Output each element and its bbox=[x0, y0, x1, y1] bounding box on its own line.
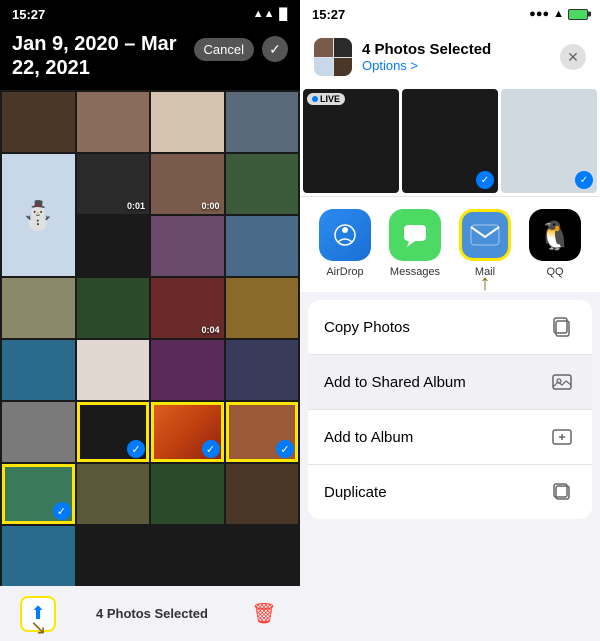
action-copy-label: Copy Photos bbox=[324, 319, 410, 336]
wifi-icon-right: ▲ bbox=[553, 8, 564, 20]
selected-count-label: 4 Photos Selected bbox=[96, 606, 208, 621]
close-button[interactable]: ✕ bbox=[560, 44, 586, 70]
qq-label: QQ bbox=[546, 266, 563, 278]
photo-cell[interactable] bbox=[77, 278, 150, 338]
check-overlay: ✓ bbox=[476, 171, 494, 189]
photo-cell[interactable] bbox=[226, 216, 299, 276]
action-shared-album[interactable]: Add to Shared Album bbox=[308, 355, 592, 410]
photo-cell[interactable] bbox=[2, 526, 75, 586]
app-item-airdrop: AirDrop bbox=[319, 209, 371, 278]
action-list: Copy Photos Add to Shared Album Add to A… bbox=[308, 300, 592, 519]
left-header: Jan 9, 2020 – Mar 22, 2021 Cancel ✓ bbox=[0, 28, 300, 90]
app-item-qq: 🐧 QQ bbox=[529, 209, 581, 278]
trash-button[interactable]: 🗑 bbox=[248, 598, 280, 630]
action-copy-photos[interactable]: Copy Photos bbox=[308, 300, 592, 355]
copy-icon bbox=[548, 313, 576, 341]
share-sheet-header: 4 Photos Selected Options > ✕ bbox=[300, 28, 600, 86]
live-dot bbox=[312, 96, 318, 102]
preview-photo-3[interactable]: ✓ bbox=[501, 89, 597, 193]
photo-cell[interactable] bbox=[2, 340, 75, 400]
photo-cell[interactable] bbox=[77, 216, 150, 276]
photo-cell[interactable] bbox=[77, 340, 150, 400]
action-add-album-label: Add to Album bbox=[324, 429, 413, 446]
photo-cell-selected[interactable]: ✓ bbox=[226, 402, 299, 462]
right-panel: 15:27 ●●● ▲ 4 Photos Selected Options > … bbox=[300, 0, 600, 641]
share-title-group: 4 Photos Selected Options > bbox=[362, 41, 550, 73]
signal-icon: ●●● bbox=[529, 8, 549, 20]
check-overlay: ✓ bbox=[575, 171, 593, 189]
airdrop-icon[interactable] bbox=[319, 209, 371, 261]
action-shared-album-label: Add to Shared Album bbox=[324, 374, 466, 391]
photo-cell[interactable] bbox=[151, 340, 224, 400]
mail-icon[interactable] bbox=[459, 209, 511, 261]
preview-photo-1[interactable]: LIVE bbox=[303, 89, 399, 193]
right-status-icons: ●●● ▲ bbox=[529, 8, 588, 20]
messages-icon[interactable] bbox=[389, 209, 441, 261]
action-add-album[interactable]: Add to Album bbox=[308, 410, 592, 465]
share-button-container: ↙ ⬆ bbox=[20, 596, 56, 632]
left-header-buttons: Cancel ✓ bbox=[194, 36, 288, 62]
photo-cell[interactable] bbox=[2, 278, 75, 338]
photo-cell[interactable]: 0:01 bbox=[77, 154, 150, 214]
photo-cell[interactable] bbox=[77, 92, 150, 152]
photo-cell[interactable] bbox=[226, 464, 299, 524]
share-apps-row: AirDrop Messages ↑ Mail 🐧 QQ bbox=[300, 196, 600, 292]
left-title: Jan 9, 2020 – Mar 22, 2021 bbox=[12, 32, 177, 80]
photo-grid: 0:01 0:00 0:04 ✓ ✓ ✓ ✓ bbox=[0, 90, 300, 586]
messages-label: Messages bbox=[390, 266, 440, 278]
checkmark-button[interactable]: ✓ bbox=[262, 36, 288, 62]
battery-icon bbox=[568, 9, 588, 20]
preview-photos-row: LIVE ✓ ✓ bbox=[300, 86, 600, 196]
right-status-bar: 15:27 ●●● ▲ bbox=[300, 0, 600, 28]
photo-cell-selected[interactable]: ✓ bbox=[2, 464, 75, 524]
photo-cell[interactable] bbox=[2, 402, 75, 462]
photo-cell[interactable]: 0:04 bbox=[151, 278, 224, 338]
app-item-mail: ↑ Mail bbox=[459, 209, 511, 278]
qq-icon[interactable]: 🐧 bbox=[529, 209, 581, 261]
options-link[interactable]: Options > bbox=[362, 58, 550, 73]
share-title: 4 Photos Selected bbox=[362, 41, 550, 58]
airdrop-label: AirDrop bbox=[326, 266, 363, 278]
duplicate-icon bbox=[548, 478, 576, 506]
photo-cell-snowman[interactable] bbox=[2, 154, 75, 276]
add-album-icon bbox=[548, 423, 576, 451]
wifi-icon: ▲▲ bbox=[253, 8, 275, 20]
right-time: 15:27 bbox=[312, 7, 345, 22]
photo-cell-selected[interactable]: ✓ bbox=[151, 402, 224, 462]
photo-cell[interactable] bbox=[77, 464, 150, 524]
left-time: 15:27 bbox=[12, 7, 45, 22]
photo-cell[interactable] bbox=[151, 464, 224, 524]
share-arrow-indicator: ↙ bbox=[30, 615, 47, 640]
app-item-messages: Messages bbox=[389, 209, 441, 278]
battery-icon-left: ▉ bbox=[280, 8, 288, 21]
photo-cell[interactable] bbox=[226, 340, 299, 400]
photo-cell[interactable] bbox=[2, 92, 75, 152]
photo-cell[interactable]: 0:00 bbox=[151, 154, 224, 214]
share-header-thumbnail bbox=[314, 38, 352, 76]
left-status-bar: 15:27 ▲▲ ▉ bbox=[0, 0, 300, 28]
mail-arrow-indicator: ↑ bbox=[480, 270, 491, 296]
left-panel: 15:27 ▲▲ ▉ Jan 9, 2020 – Mar 22, 2021 Ca… bbox=[0, 0, 300, 641]
photo-cell[interactable] bbox=[226, 278, 299, 338]
preview-photo-2[interactable]: ✓ bbox=[402, 89, 498, 193]
shared-album-icon bbox=[548, 368, 576, 396]
live-badge: LIVE bbox=[307, 93, 345, 105]
photo-cell[interactable] bbox=[226, 92, 299, 152]
left-bottom-bar: ↙ ⬆ 4 Photos Selected 🗑 bbox=[0, 586, 300, 641]
action-duplicate[interactable]: Duplicate bbox=[308, 465, 592, 519]
photo-cell[interactable] bbox=[151, 216, 224, 276]
photo-cell-selected[interactable]: ✓ bbox=[77, 402, 150, 462]
action-duplicate-label: Duplicate bbox=[324, 484, 387, 501]
photo-cell[interactable] bbox=[151, 92, 224, 152]
cancel-button[interactable]: Cancel bbox=[194, 38, 254, 61]
left-status-icons: ▲▲ ▉ bbox=[253, 8, 288, 21]
photo-cell[interactable] bbox=[226, 154, 299, 214]
